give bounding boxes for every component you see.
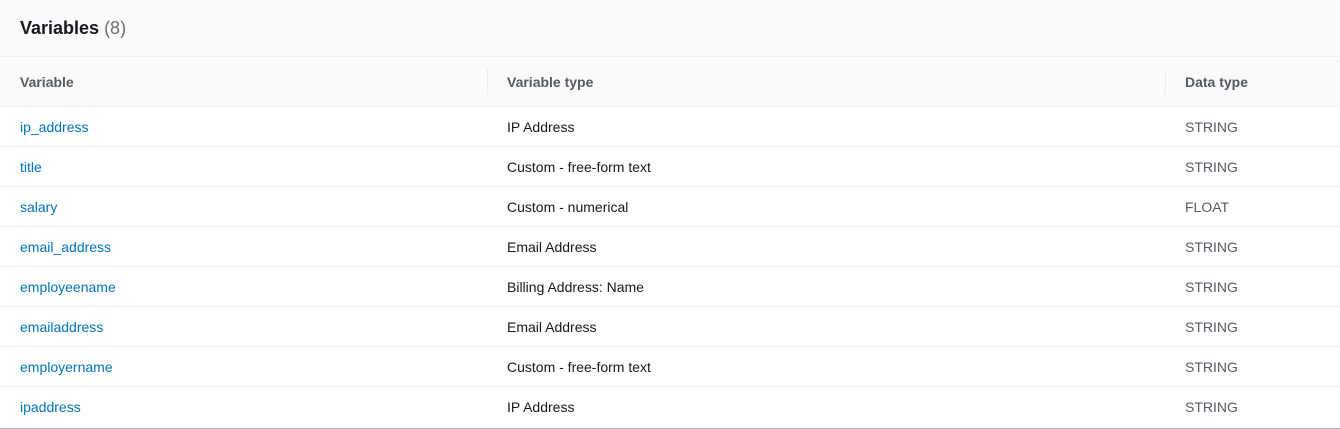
variable-cell: email_address xyxy=(0,239,487,255)
data-type-cell: STRING xyxy=(1185,318,1238,335)
table-row: email_address Email Address STRING xyxy=(0,227,1340,267)
variable-cell: employername xyxy=(0,359,487,375)
variable-cell: ipaddress xyxy=(0,399,487,415)
data-type-cell: FLOAT xyxy=(1185,198,1230,215)
variable-cell: employeename xyxy=(0,279,487,295)
column-header-data-type[interactable]: Data type xyxy=(1165,57,1340,106)
variable-type-cell: Custom - numerical xyxy=(507,198,629,215)
variable-type-cell: Email Address xyxy=(507,318,597,335)
table-header: Variable Variable type Data type xyxy=(0,57,1340,107)
data-type-cell: STRING xyxy=(1185,278,1238,295)
variable-link[interactable]: employeename xyxy=(20,279,116,295)
variable-type-cell: Email Address xyxy=(507,238,597,255)
table-row: emailaddress Email Address STRING xyxy=(0,307,1340,347)
variable-type-cell: IP Address xyxy=(507,399,575,415)
variable-cell: ip_address xyxy=(0,119,487,135)
variable-link[interactable]: employername xyxy=(20,359,113,375)
data-type-cell: STRING xyxy=(1185,399,1238,415)
data-type-cell: STRING xyxy=(1185,158,1238,175)
data-type-cell: STRING xyxy=(1185,238,1238,255)
table-row: ip_address IP Address STRING xyxy=(0,107,1340,147)
variables-panel: Variables (8) Variable Variable type Dat… xyxy=(0,0,1340,429)
variable-link[interactable]: ipaddress xyxy=(20,399,81,415)
column-header-variable-type[interactable]: Variable type xyxy=(487,57,1165,106)
variable-link[interactable]: title xyxy=(20,159,42,175)
table-body: ip_address IP Address STRING title Custo… xyxy=(0,107,1340,427)
column-header-variable[interactable]: Variable xyxy=(0,57,487,106)
data-type-cell: STRING xyxy=(1185,118,1238,135)
table-row: ipaddress IP Address STRING xyxy=(0,387,1340,427)
variable-type-cell: Custom - free-form text xyxy=(507,158,651,175)
variable-cell: title xyxy=(0,159,487,175)
table-row: employername Custom - free-form text STR… xyxy=(0,347,1340,387)
variable-type-cell: Custom - free-form text xyxy=(507,358,651,375)
variables-count: (8) xyxy=(104,17,127,38)
variable-link[interactable]: emailaddress xyxy=(20,319,103,335)
variable-type-cell: IP Address xyxy=(507,118,575,135)
variable-type-cell: Billing Address: Name xyxy=(507,278,644,295)
panel-header: Variables (8) xyxy=(0,0,1340,57)
table-row: salary Custom - numerical FLOAT xyxy=(0,187,1340,227)
panel-title: Variables xyxy=(20,17,100,38)
variable-link[interactable]: email_address xyxy=(20,239,111,255)
variable-link[interactable]: salary xyxy=(20,199,57,215)
table-row: title Custom - free-form text STRING xyxy=(0,147,1340,187)
variable-link[interactable]: ip_address xyxy=(20,119,89,135)
variables-table: Variable Variable type Data type ip_addr… xyxy=(0,57,1340,427)
variable-cell: emailaddress xyxy=(0,319,487,335)
variable-cell: salary xyxy=(0,199,487,215)
table-row: employeename Billing Address: Name STRIN… xyxy=(0,267,1340,307)
data-type-cell: STRING xyxy=(1185,358,1238,375)
